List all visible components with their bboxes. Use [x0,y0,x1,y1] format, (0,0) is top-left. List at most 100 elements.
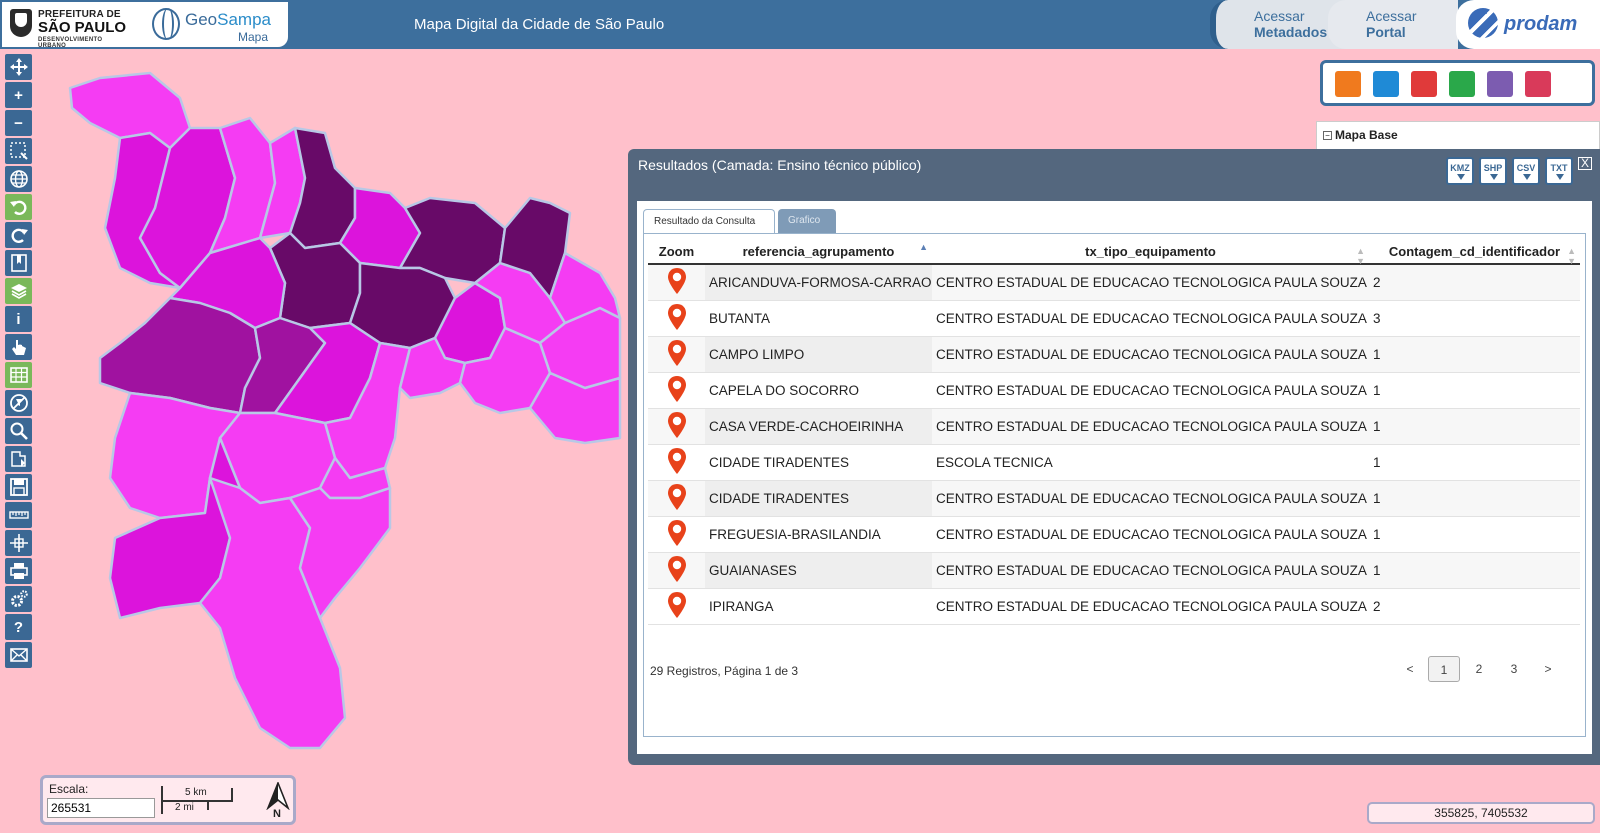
route-icon[interactable] [1449,71,1475,97]
zoom-cell[interactable] [648,300,705,337]
zoom-cell[interactable] [648,408,705,445]
map-pin-icon[interactable] [667,411,687,438]
prodam-logo[interactable]: prodam [1456,0,1600,49]
zoom-cell[interactable] [648,588,705,625]
export-shp-icon[interactable]: SHP [1479,157,1507,185]
referencia-cell: GUAIANASES [705,552,932,589]
undo-icon[interactable] [5,194,32,220]
col-contagem[interactable]: Contagem_cd_identificador ▲ ▼ [1369,240,1580,266]
map-pin-icon[interactable] [667,303,687,330]
choropleth-map[interactable] [60,58,630,768]
col-referencia[interactable]: referencia_agrupamento ▲ [705,240,932,265]
referencia-cell: ARICANDUVA-FORMOSA-CARRAO [705,264,932,301]
help-icon[interactable]: ? [5,614,32,640]
col-tipo[interactable]: tx_tipo_equipamento ▲ ▼ [932,240,1369,266]
map-toolbar: + − i ? [5,54,33,670]
results-body: Resultado da Consulta Grafico Zoom refer… [637,201,1592,754]
export-csv-icon[interactable]: CSV [1512,157,1540,185]
zoom-box-icon[interactable] [5,138,32,164]
map-pin-icon[interactable] [667,267,687,294]
zoom-cell[interactable] [648,516,705,553]
prefeitura-logo[interactable]: PREFEITURA DE SÃO PAULO DESENVOLVIMENTO … [10,7,130,49]
map-pin-icon[interactable] [667,483,687,510]
table-row: IPIRANGA CENTRO ESTADUAL DE EDUCACAO TECN… [648,588,1580,625]
zoom-cell[interactable] [648,372,705,409]
logo-area: PREFEITURA DE SÃO PAULO DESENVOLVIMENTO … [2,2,288,49]
zoom-cell[interactable] [648,480,705,517]
tab-grafico[interactable]: Grafico [778,209,836,233]
tipo-cell: ESCOLA TECNICA [932,444,1369,481]
globe-icon[interactable] [5,166,32,192]
close-results-button[interactable]: X [1578,157,1592,170]
referencia-cell: FREGUESIA-BRASILANDIA [705,516,932,553]
coordinate-icon[interactable] [5,530,32,556]
prodam-text: prodam [1504,13,1578,35]
map-pin-icon[interactable] [667,591,687,618]
collapse-toggle[interactable]: − [1323,131,1332,140]
measure-icon[interactable] [5,502,32,528]
binoculars-icon[interactable] [1373,71,1399,97]
tab-resultado-consulta[interactable]: Resultado da Consulta [643,209,775,233]
no-filter-icon[interactable] [5,390,32,416]
scale-input[interactable] [47,798,155,818]
table-icon[interactable] [5,362,32,388]
bus-icon[interactable] [1411,71,1437,97]
district-guaianases [528,371,622,445]
redo-icon[interactable] [5,222,32,248]
scale-control: Escala: 5 km 2 mi N [40,775,296,825]
contagem-cell: 2 [1369,264,1580,301]
zoom-cell[interactable] [648,552,705,589]
export-kmz-icon[interactable]: KMZ [1446,157,1474,185]
referencia-cell: IPIRANGA [705,588,932,625]
bookmark-icon[interactable] [5,250,32,276]
export-txt-icon[interactable]: TXT [1545,157,1573,185]
layer-root-label[interactable]: Mapa Base [1335,128,1398,142]
sort-icon: ▲ ▼ [1567,246,1576,266]
referencia-cell: CIDADE TIRADENTES [705,480,932,517]
map-pin-icon[interactable] [667,555,687,582]
contagem-cell: 2 [1369,588,1580,625]
map-pin-icon[interactable] [667,339,687,366]
zoom-in-icon[interactable]: + [5,82,32,108]
referencia-cell: CASA VERDE-CACHOEIRINHA [705,408,932,445]
contagem-cell: 1 [1369,516,1580,553]
acessar-portal-link[interactable]: Acessar Portal [1328,0,1458,49]
results-grid: Zoom referencia_agrupamento ▲ tx_tipo_equ… [643,233,1586,737]
tipo-cell: CENTRO ESTADUAL DE EDUCACAO TECNOLOGICA … [932,300,1369,337]
pager-page-3[interactable]: 3 [1498,656,1530,682]
search-icon[interactable] [5,418,32,444]
zoom-cell[interactable] [648,444,705,481]
map-pin-icon[interactable] [667,519,687,546]
contagem-cell: 1 [1369,408,1580,445]
app-header: PREFEITURA DE SÃO PAULO DESENVOLVIMENTO … [0,0,1600,49]
pager-next[interactable]: > [1532,656,1564,682]
zoom-cell[interactable] [648,336,705,373]
export-map-icon[interactable] [5,446,32,472]
mail-icon[interactable] [5,642,32,668]
touch-icon[interactable] [5,334,32,360]
district-itaim-paulista [548,251,622,325]
results-window: Resultados (Camada: Ensino técnico públi… [628,149,1600,765]
tipo-cell: CENTRO ESTADUAL DE EDUCACAO TECNOLOGICA … [932,264,1369,301]
settings-icon[interactable] [5,586,32,612]
pager-page-2[interactable]: 2 [1463,656,1495,682]
zoom-cell[interactable] [648,264,705,301]
header-links: Acessar Metadados Acessar Portal prodam [1210,0,1600,49]
map-pin-icon[interactable] [667,447,687,474]
geosampa-logo[interactable]: GeoSampa Mapa [152,6,282,44]
layers-icon[interactable] [5,278,32,304]
save-icon[interactable] [5,474,32,500]
bar-chart-icon[interactable] [1487,71,1513,97]
zoom-out-icon[interactable]: − [5,110,32,136]
sort-asc-icon: ▲ [919,242,928,252]
pager-page-1[interactable]: 1 [1428,656,1460,682]
pan-icon[interactable] [5,54,32,80]
print-icon[interactable] [5,558,32,584]
info-icon[interactable]: i [5,306,32,332]
referencia-cell: BUTANTA [705,300,932,337]
map-pin-icon[interactable] [1525,71,1551,97]
map-pin-icon[interactable] [667,375,687,402]
pager-prev[interactable]: < [1394,656,1426,682]
tool-orange-icon[interactable] [1335,71,1361,97]
scale-label: Escala: [49,782,89,796]
